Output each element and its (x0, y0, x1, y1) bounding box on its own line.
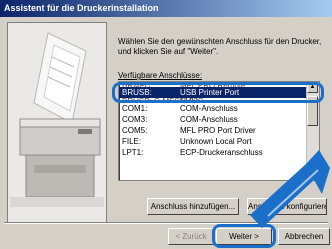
arrow-icon (250, 150, 330, 228)
printer-wizard-dialog: Assistent für die Druckerinstallation Wä… (0, 0, 332, 249)
